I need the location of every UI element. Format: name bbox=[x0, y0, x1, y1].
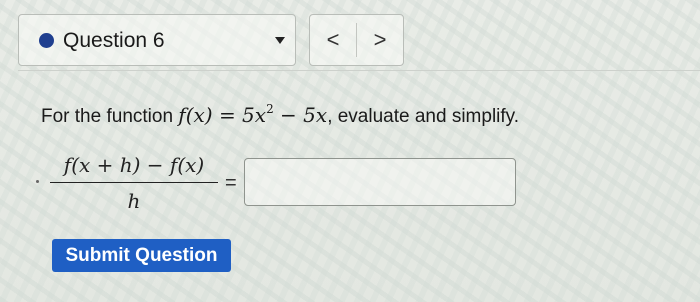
question-status-icon bbox=[39, 33, 54, 48]
function-expression: f(x) = 5x2 − 5x bbox=[178, 102, 328, 127]
question-label: Question 6 bbox=[63, 29, 165, 52]
function-exponent: 2 bbox=[266, 102, 274, 116]
question-navigation: < > bbox=[309, 14, 404, 66]
instruction-text: , evaluate and simplify. bbox=[327, 106, 520, 127]
caret-down-icon[interactable] bbox=[275, 37, 285, 44]
problem-lead-text: For the function bbox=[41, 106, 179, 127]
function-tail: − 5x bbox=[273, 103, 328, 127]
difference-quotient: f(x + h) − f(x) h bbox=[48, 152, 220, 213]
function-text: f(x) = 5x bbox=[178, 103, 267, 127]
question-selector[interactable]: Question 6 bbox=[18, 14, 296, 66]
previous-question-button[interactable]: < bbox=[310, 15, 356, 65]
quotient-numerator: f(x + h) − f(x) bbox=[63, 153, 205, 177]
problem-statement: For the function f(x) = 5x2 − 5x, evalua… bbox=[41, 102, 519, 128]
next-question-button[interactable]: > bbox=[357, 15, 403, 65]
bullet-dot bbox=[36, 180, 39, 183]
submit-question-button[interactable]: Submit Question bbox=[52, 239, 231, 272]
fraction-bar bbox=[50, 182, 218, 183]
header-divider bbox=[18, 70, 700, 71]
quotient-denominator: h bbox=[127, 189, 141, 213]
answer-input[interactable] bbox=[244, 158, 516, 206]
equals-sign: = bbox=[225, 172, 237, 194]
